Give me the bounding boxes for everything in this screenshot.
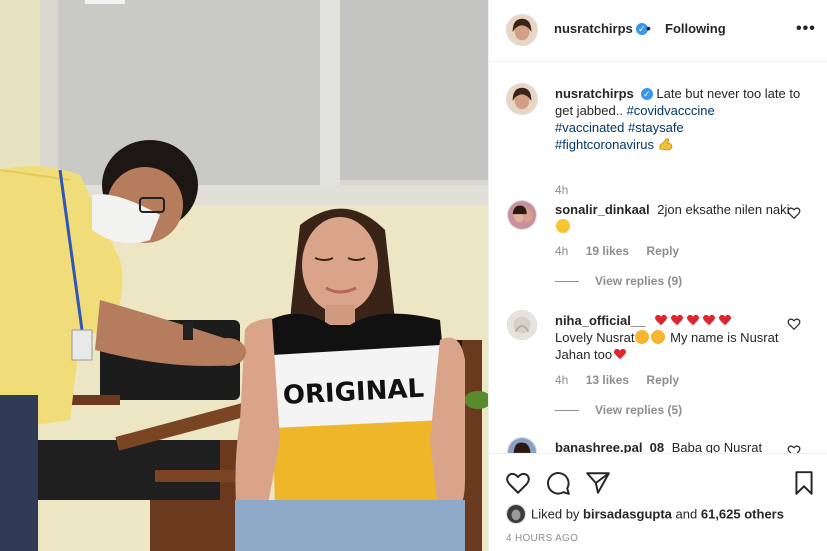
comment-meta: 4h 13 likes Reply <box>555 373 693 387</box>
author-avatar[interactable] <box>506 14 538 46</box>
reply-button[interactable]: Reply <box>646 373 679 387</box>
view-replies-label: View replies (5) <box>595 403 683 417</box>
view-replies-label: View replies (9) <box>595 274 683 288</box>
comment-body: banashree.pal_08 Baba go Nusrat <box>555 439 801 453</box>
view-replies-button[interactable]: View replies (9) <box>555 274 682 288</box>
comment-body: sonalir_dinkaal 2jon eksathe nilen naki <box>555 201 801 235</box>
comment-username[interactable]: niha_official__ <box>555 313 645 328</box>
heart-eyes-emoji <box>651 330 666 344</box>
comment-item: sonalir_dinkaal 2jon eksathe nilen naki … <box>489 197 827 297</box>
hashtag-link[interactable]: #fightcoronavirus <box>555 137 654 152</box>
separator-dot: • <box>646 20 651 36</box>
commenter-avatar[interactable] <box>507 310 537 340</box>
red-heart-emoji <box>654 314 667 326</box>
likes-connector: and <box>675 506 698 522</box>
comment-item: niha_official__ Lovely Nusrat My name is… <box>489 308 827 418</box>
hashtag-link[interactable]: #covidvacccine <box>627 103 715 118</box>
comment-text: Lovely Nusrat <box>555 330 635 345</box>
comment-likes[interactable]: 13 likes <box>586 373 629 387</box>
post-timestamp[interactable]: 4 HOURS AGO <box>506 533 578 544</box>
comment-username[interactable]: banashree.pal_08 <box>555 440 664 453</box>
more-options-icon[interactable]: ••• <box>796 20 816 38</box>
caption-item: nusratchirps ✓ Late but never too late to… <box>489 83 827 203</box>
caption-username[interactable]: nusratchirps <box>555 86 634 101</box>
caption-avatar-image <box>507 84 537 114</box>
like-comment-heart-icon[interactable] <box>787 444 801 453</box>
likes-prefix: Liked by <box>531 506 580 522</box>
share-icon[interactable] <box>585 470 611 496</box>
vaccination-photo: ORIGINAL <box>0 0 488 551</box>
comment-time[interactable]: 4h <box>555 244 568 258</box>
red-heart-emoji <box>702 314 715 326</box>
flexed-biceps-emoji <box>658 138 673 151</box>
commenter-avatar[interactable] <box>507 200 537 230</box>
comment-text: Baba go Nusrat <box>671 440 763 453</box>
comment-text: 2jon eksathe nilen naki <box>657 202 790 217</box>
caption-time[interactable]: 4h <box>555 183 568 197</box>
post-header: nusratchirps ✓ • Following ••• <box>489 0 827 62</box>
joy-emoji <box>556 219 570 233</box>
replies-divider <box>555 410 579 412</box>
red-heart-emoji <box>670 314 683 326</box>
post-photo[interactable]: ORIGINAL <box>0 0 488 551</box>
red-heart-emoji <box>614 348 627 360</box>
hashtag-link[interactable]: #vaccinated <box>555 120 624 135</box>
comment-meta: 4h 19 likes Reply <box>555 244 693 258</box>
heart-eyes-emoji <box>635 330 650 344</box>
comment-time[interactable]: 4h <box>555 373 568 387</box>
author-avatar-image <box>507 15 537 45</box>
reply-button[interactable]: Reply <box>646 244 679 258</box>
comment-icon[interactable] <box>545 470 571 496</box>
following-button[interactable]: Following <box>665 21 726 36</box>
replies-divider <box>555 281 579 283</box>
commenter-avatar-image <box>508 311 536 339</box>
comment-likes[interactable]: 19 likes <box>586 244 629 258</box>
comment-username[interactable]: sonalir_dinkaal <box>555 202 650 217</box>
instagram-post-window: ORIGINAL nusratchirps ✓ • Following ••• … <box>0 0 827 551</box>
author-name-wrap: nusratchirps ✓ <box>554 21 648 36</box>
heart-icon[interactable] <box>505 470 531 496</box>
caption-meta: 4h <box>555 183 582 197</box>
post-side-panel: nusratchirps ✓ • Following ••• nusratchir… <box>488 0 827 551</box>
likes-others-count[interactable]: 61,625 others <box>701 506 784 521</box>
commenter-avatar-image <box>508 438 536 453</box>
verified-icon: ✓ <box>640 88 653 100</box>
caption-body: nusratchirps ✓ Late but never too late to… <box>555 85 801 153</box>
likes-summary: Liked by birsadasgupta and 61,625 others <box>506 504 784 525</box>
comment-item: banashree.pal_08 Baba go Nusrat <box>489 435 827 453</box>
liker-avatar-image <box>507 505 525 523</box>
comments-list[interactable]: nusratchirps ✓ Late but never too late to… <box>489 63 827 453</box>
commenter-avatar[interactable] <box>507 437 537 453</box>
hashtag-link[interactable]: #staysafe <box>628 120 684 135</box>
view-replies-button[interactable]: View replies (5) <box>555 403 682 417</box>
caption-avatar[interactable] <box>506 83 538 115</box>
red-heart-emoji <box>718 314 731 326</box>
like-comment-heart-icon[interactable] <box>787 206 801 220</box>
author-username[interactable]: nusratchirps <box>554 21 633 36</box>
action-bar: Liked by birsadasgupta and 61,625 others… <box>489 453 827 551</box>
liker-username[interactable]: birsadasgupta <box>583 506 672 521</box>
red-heart-emoji <box>686 314 699 326</box>
commenter-avatar-image <box>508 201 536 229</box>
comment-body: niha_official__ Lovely Nusrat My name is… <box>555 312 801 363</box>
like-comment-heart-icon[interactable] <box>787 317 801 331</box>
liker-avatar[interactable] <box>506 504 526 524</box>
bookmark-icon[interactable] <box>791 470 817 496</box>
